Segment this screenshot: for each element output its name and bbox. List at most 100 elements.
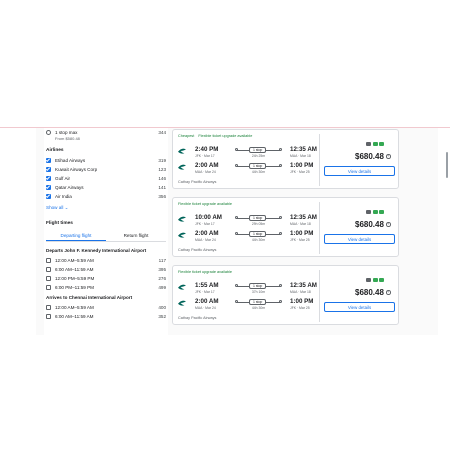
info-icon[interactable]: ? [386,222,391,227]
filter-label: 12:00 PM–5:59 PM [55,275,95,281]
airline-logo-icon [178,284,186,290]
stops-badge: 1 stop [249,146,267,154]
departure-info: MAA · Mar 24 [195,306,216,310]
flight-result-card[interactable]: Flexible ticket upgrade available 1:55 A… [172,265,399,325]
arrival-time: 1:00 PM [290,230,314,237]
radio-button[interactable] [46,129,51,135]
arrival-info: JFK · Mar 25 [290,306,310,310]
bag-icon [366,278,371,282]
bag-icon [366,142,371,146]
bag-icon [366,210,371,214]
checkbox[interactable] [46,175,51,181]
duration: 44h 30m [251,170,266,174]
filter-arrive-time[interactable]: 6:00 AM–11:59 AM 352 [46,312,166,320]
filter-airline-gulf[interactable]: Gulf Air 146 [46,174,166,182]
show-all-airlines-link[interactable]: Show all ⌄ [46,205,69,211]
filter-label: Qatar Airways [55,184,84,190]
filter-depart-time[interactable]: 6:00 PM–11:59 PM 499 [46,283,166,291]
filter-count: 141 [158,184,166,190]
duration: 37h 10m [251,290,266,294]
filter-depart-time[interactable]: 6:00 AM–11:59 AM 395 [46,265,166,273]
card-tags: Flexible ticket upgrade available [178,270,232,274]
price: $680.48 [355,288,384,297]
view-details-button[interactable]: View details [324,234,395,244]
destination-dot [279,216,282,220]
departure-time: 2:00 AM [195,298,219,305]
arrival-time: 12:35 AM [290,282,317,289]
destination-dot [279,284,282,288]
departure-time: 10:00 AM [195,214,222,221]
filter-airline-qatar[interactable]: Qatar Airways 141 [46,183,166,191]
filter-airline-kuwait[interactable]: Kuwait Airways Corp 123 [46,165,166,173]
flight-result-card[interactable]: Flexible ticket upgrade available 10:00 … [172,197,399,257]
amenities-icons [366,142,384,146]
amenities-icons [366,210,384,214]
departure-info: MAA · Mar 24 [195,170,216,174]
filter-arrive-time[interactable]: 12:00 AM–5:59 AM 400 [46,303,166,311]
origin-dot [235,232,238,236]
checkbox[interactable] [46,313,51,319]
checkbox[interactable] [46,304,51,310]
duration: 44h 30m [251,238,266,242]
seat-icon [372,210,378,214]
chevron-down-icon: ⌄ [64,205,69,210]
checkbox[interactable] [46,257,51,263]
upgrade-tag: Flexible ticket upgrade available [178,202,233,206]
checkbox[interactable] [46,166,51,172]
origin-dot [235,164,238,168]
tab-departing-flight[interactable]: Departing flight [46,233,106,238]
departure-info: MAA · Mar 24 [195,238,216,242]
checkbox[interactable] [46,275,51,281]
departure-time: 1:55 AM [195,282,219,289]
amenities-icons [366,278,384,282]
scrollbar[interactable] [446,152,448,178]
upgrade-tag: Flexible ticket upgrade available [178,270,233,274]
filter-depart-time[interactable]: 12:00 PM–5:59 PM 276 [46,274,166,282]
flight-times-title: Flight times [46,221,73,226]
departure-time: 2:00 AM [195,162,219,169]
filter-count: 395 [158,266,166,272]
checkbox[interactable] [46,184,51,190]
filter-stops-1-max[interactable]: 1 stop max 344 [46,128,166,136]
active-tab-indicator [46,240,106,241]
filter-airline-etihad[interactable]: Etihad Airways 319 [46,156,166,164]
airline-logo-icon [178,232,186,238]
checkbox[interactable] [46,266,51,272]
filter-count: 356 [158,193,166,199]
filter-count: 276 [158,275,166,281]
airline-logo-icon [178,148,186,154]
destination-dot [279,300,282,304]
outbound-segment: 2:40 PM JFK · Mar 17 1 stop 24h 25m 12:3… [178,146,318,160]
stops-badge: 1 stop [249,298,267,306]
info-icon[interactable]: ? [386,290,391,295]
destination-dot [279,148,282,152]
filter-count: 499 [158,284,166,290]
flight-result-card[interactable]: Cheapest Flexible ticket upgrade availab… [172,129,399,189]
checkbox[interactable] [46,284,51,290]
info-icon[interactable]: ? [386,154,391,159]
view-details-button[interactable]: View details [324,302,395,312]
arrives-title: Arrives to Chennai International Airport [46,295,133,300]
upgrade-tag: Flexible ticket upgrade available [198,134,253,138]
filter-label: Air India [55,193,72,199]
tab-return-flight[interactable]: Return flight [106,233,166,238]
view-details-button[interactable]: View details [324,166,395,176]
arrival-info: MAA · Mar 18 [290,154,311,158]
card-divider [319,270,320,322]
departure-time: 2:40 PM [195,146,219,153]
card-tags: Cheapest Flexible ticket upgrade availab… [178,134,252,138]
departure-info: JFK · Mar 17 [195,290,215,294]
origin-dot [235,284,238,288]
airlines-title: Airlines [46,148,64,153]
filter-airline-air-india[interactable]: Air India 356 [46,192,166,200]
seat-icon [372,142,378,146]
filter-depart-time[interactable]: 12:00 AM–5:59 AM 117 [46,256,166,264]
carrier-name: Cathay Pacific Airways [178,248,217,252]
checkbox[interactable] [46,157,51,163]
cheapest-tag: Cheapest [178,134,195,138]
carrier-name: Cathay Pacific Airways [178,180,217,184]
arrival-info: JFK · Mar 25 [290,238,310,242]
checkbox[interactable] [46,193,51,199]
filter-label: 12:00 AM–5:59 AM [55,257,94,263]
origin-dot [235,300,238,304]
